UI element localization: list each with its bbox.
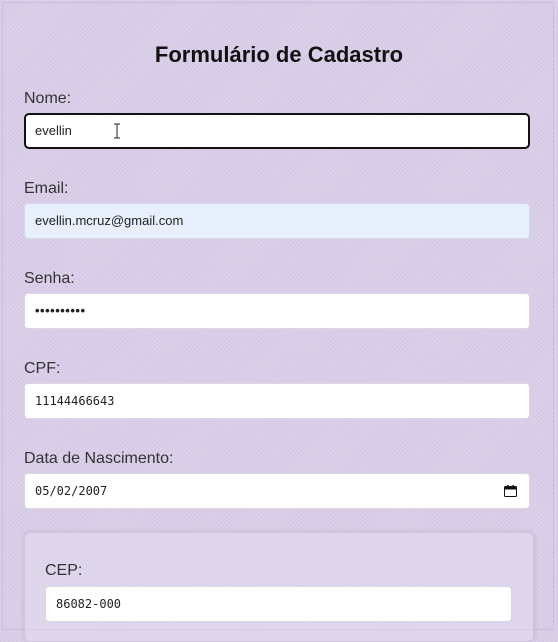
text-cursor-icon bbox=[114, 123, 120, 139]
nascimento-label: Data de Nascimento: bbox=[24, 450, 174, 467]
nome-label: Nome: bbox=[24, 90, 72, 107]
calendar-icon[interactable] bbox=[504, 485, 517, 497]
senha-label: Senha: bbox=[24, 270, 75, 287]
senha-input[interactable]: •••••••••• bbox=[24, 293, 530, 329]
email-input[interactable]: evellin.mcruz@gmail.com bbox=[24, 203, 530, 239]
page-title: Formulário de Cadastro bbox=[154, 42, 404, 67]
nome-input[interactable]: evellin bbox=[24, 113, 530, 149]
cpf-input[interactable]: 11144466643 bbox=[24, 383, 530, 419]
email-label: Email: bbox=[24, 180, 69, 197]
address-panel: CEP: 86082-000 bbox=[24, 532, 534, 642]
cpf-label: CPF: bbox=[24, 360, 61, 377]
nascimento-value: 05/02/2007 bbox=[35, 484, 108, 498]
nascimento-date-input[interactable]: 05/02/2007 bbox=[24, 473, 530, 509]
cep-input[interactable]: 86082-000 bbox=[45, 586, 512, 622]
cep-label: CEP: bbox=[45, 562, 83, 579]
